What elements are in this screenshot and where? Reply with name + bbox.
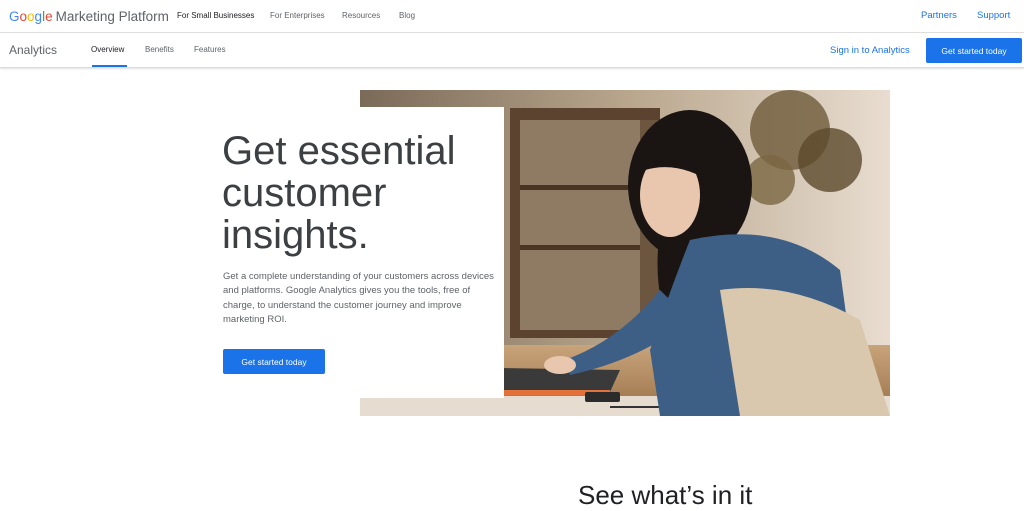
nav-for-enterprises[interactable]: For Enterprises — [270, 11, 325, 20]
nav-resources[interactable]: Resources — [342, 11, 380, 20]
tab-overview[interactable]: Overview — [91, 45, 124, 54]
product-navigation-bar: Analytics Overview Benefits Features Sig… — [0, 33, 1024, 68]
hero-description: Get a complete understanding of your cus… — [223, 271, 494, 325]
google-wordmark: Google — [9, 9, 53, 24]
tab-features[interactable]: Features — [194, 45, 226, 54]
nav-for-small-businesses[interactable]: For Small Businesses — [177, 11, 254, 20]
get-started-button-header[interactable]: Get started today — [926, 38, 1022, 63]
top-navigation-bar: Google Marketing Platform For Small Busin… — [0, 0, 1024, 33]
tab-benefits[interactable]: Benefits — [145, 45, 174, 54]
product-name[interactable]: Analytics — [9, 43, 57, 57]
hero-title: Get essential customer insights. — [222, 129, 456, 257]
section-heading: See what’s in it — [578, 480, 753, 510]
logo-platform-text: Marketing Platform — [55, 9, 169, 24]
nav-blog[interactable]: Blog — [399, 11, 415, 20]
sign-in-link[interactable]: Sign in to Analytics — [830, 45, 910, 56]
active-tab-indicator — [92, 65, 127, 67]
partners-link[interactable]: Partners — [921, 10, 957, 21]
support-link[interactable]: Support — [977, 10, 1010, 21]
google-marketing-platform-logo[interactable]: Google Marketing Platform — [9, 9, 169, 24]
get-started-button-hero[interactable]: Get started today — [223, 349, 325, 374]
